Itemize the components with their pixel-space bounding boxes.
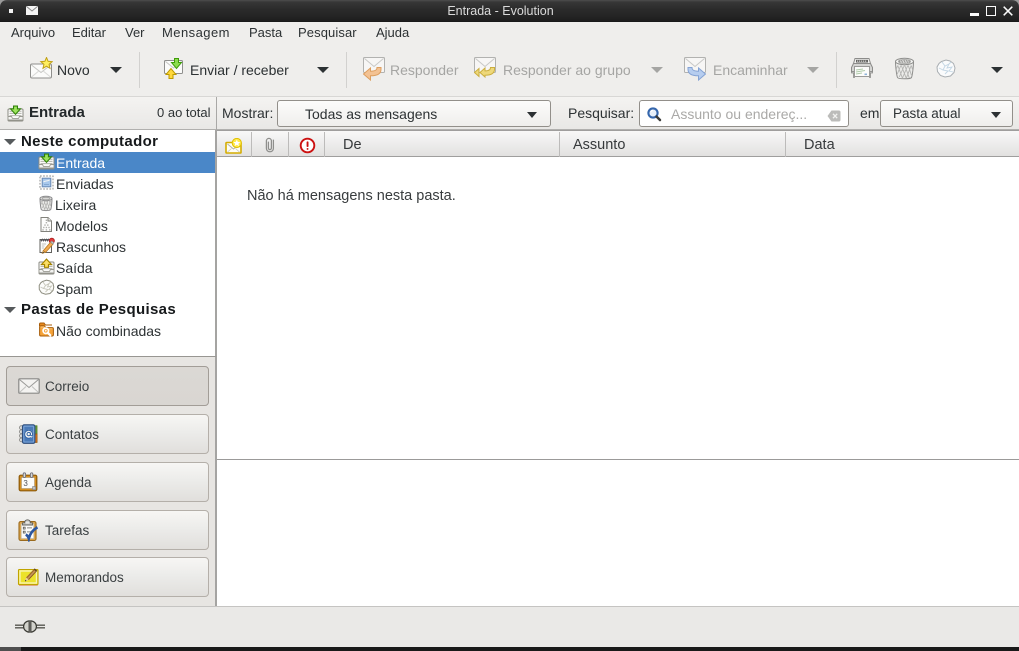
svg-text:3: 3: [23, 478, 28, 487]
